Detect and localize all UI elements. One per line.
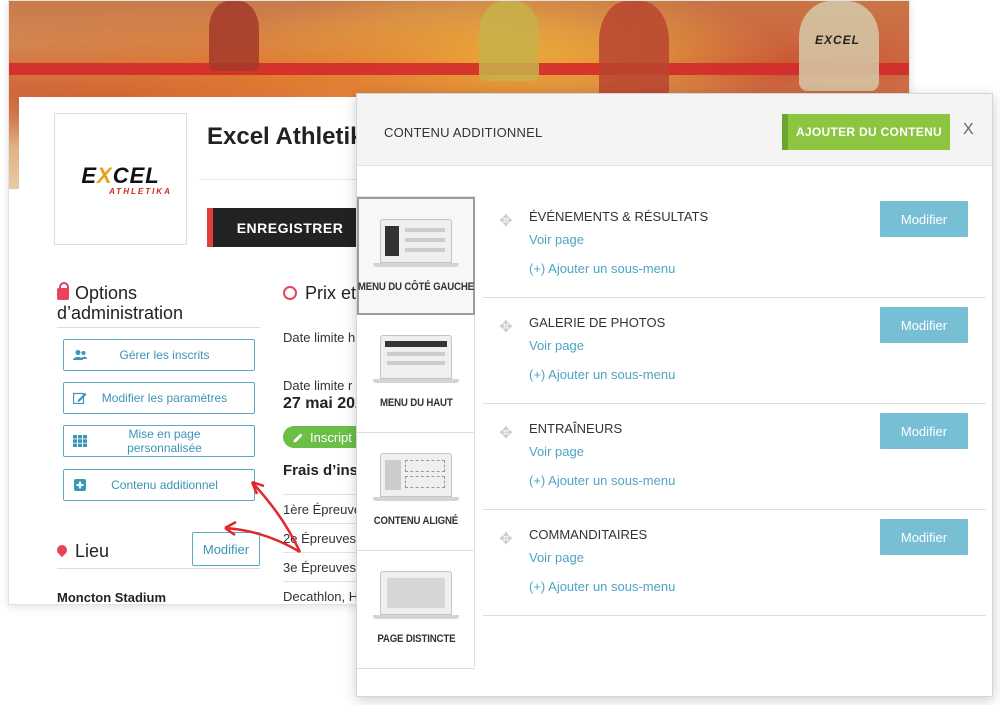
divider	[57, 568, 260, 569]
manage-registrants-button[interactable]: Gérer les inscrits	[63, 339, 255, 371]
admin-section-title: Options d’administration	[57, 282, 262, 323]
logo-subtitle: ATHLETIKA	[109, 186, 172, 196]
layout-option-aligned-content[interactable]: CONTENU ALIGNÉ	[357, 433, 475, 551]
pencil-icon	[293, 433, 303, 442]
banner-athlete	[599, 1, 669, 101]
edit-settings-button[interactable]: Modifier les paramètres	[63, 382, 255, 414]
banner-athlete	[209, 1, 259, 71]
screen: EXCEL EXCEL ATHLETIKA Excel Athletik ENR…	[0, 0, 1000, 705]
layout-option-left-menu[interactable]: MENU DU CÔTÉ GAUCHE	[357, 197, 475, 315]
clock-icon	[283, 286, 297, 300]
add-submenu-link[interactable]: (+) Ajouter un sous-menu	[529, 367, 675, 382]
modal-title: CONTENU ADDITIONNEL	[384, 125, 543, 140]
add-submenu-link[interactable]: (+) Ajouter un sous-menu	[529, 579, 675, 594]
page-title: Excel Athletik	[207, 123, 364, 150]
layout-label: MENU DU HAUT	[379, 397, 453, 409]
layout-label: CONTENU ALIGNÉ	[373, 515, 459, 527]
laptop-icon	[380, 335, 452, 379]
edit-icon	[72, 392, 87, 405]
banner-finish-tape	[9, 63, 909, 75]
edit-menu-button[interactable]: Modifier	[880, 413, 968, 449]
grid-icon	[73, 435, 87, 447]
button-label: Modifier les paramètres	[101, 391, 228, 405]
register-button[interactable]: ENREGISTRER	[207, 208, 367, 247]
view-page-link[interactable]: Voir page	[529, 444, 584, 459]
deadline-label: Date limite r	[283, 378, 353, 393]
laptop-base	[373, 379, 459, 383]
location-title-text: Lieu	[75, 541, 110, 561]
button-label: Gérer les inscrits	[119, 348, 210, 362]
add-submenu-link[interactable]: (+) Ajouter un sous-menu	[529, 473, 675, 488]
button-label: Mise en page personnalisée	[127, 427, 202, 455]
users-icon	[73, 349, 87, 361]
laptop-icon	[380, 219, 452, 263]
menu-item-name: GALERIE DE PHOTOS	[529, 315, 666, 330]
map-pin-icon	[54, 542, 70, 558]
menu-item: ✥ COMMANDITAIRES Voir page (+) Ajouter u…	[483, 510, 986, 616]
drag-handle-icon[interactable]: ✥	[499, 213, 513, 229]
banner-logo: EXCEL	[815, 33, 861, 47]
view-page-link[interactable]: Voir page	[529, 338, 584, 353]
divider	[57, 327, 260, 328]
club-logo: EXCEL ATHLETIKA	[54, 113, 187, 245]
laptop-base	[373, 497, 459, 501]
drag-handle-icon[interactable]: ✥	[499, 425, 513, 441]
custom-layout-button[interactable]: Mise en page personnalisée	[63, 425, 255, 457]
layout-label: MENU DU CÔTÉ GAUCHE	[357, 281, 475, 293]
add-submenu-link[interactable]: (+) Ajouter un sous-menu	[529, 261, 675, 276]
layout-option-distinct-page[interactable]: PAGE DISTINCTE	[357, 551, 475, 669]
prices-title-text: Prix et	[305, 283, 357, 303]
laptop-base	[373, 615, 459, 619]
edit-menu-button[interactable]: Modifier	[880, 307, 968, 343]
laptop-icon	[380, 453, 452, 497]
menu-item-name: ENTRAÎNEURS	[529, 421, 623, 436]
additional-content-button[interactable]: Contenu additionnel	[63, 469, 255, 501]
venue-name: Moncton Stadium	[57, 590, 167, 605]
banner-athlete	[479, 1, 539, 81]
lock-icon	[57, 282, 69, 300]
registration-badge-label: Inscript	[310, 429, 352, 445]
divider	[199, 179, 359, 180]
logo-wordmark: EXCEL	[81, 162, 160, 188]
drag-handle-icon[interactable]: ✥	[499, 319, 513, 335]
layout-options: MENU DU CÔTÉ GAUCHE MENU DU HAUT CONTENU…	[357, 196, 475, 669]
layout-option-top-menu[interactable]: MENU DU HAUT	[357, 315, 475, 433]
add-content-button[interactable]: AJOUTER DU CONTENU	[782, 114, 950, 150]
deadline-label: Date limite h	[283, 330, 356, 345]
menu-item: ✥ ÉVÉNEMENTS & RÉSULTATS Voir page (+) A…	[483, 192, 986, 298]
menu-item-name: COMMANDITAIRES	[529, 527, 648, 542]
view-page-link[interactable]: Voir page	[529, 232, 584, 247]
edit-menu-button[interactable]: Modifier	[880, 201, 968, 237]
deadline-date: 27 mai 202	[283, 395, 364, 412]
laptop-icon	[380, 571, 452, 615]
edit-location-button[interactable]: Modifier	[192, 532, 260, 566]
modal-header: CONTENU ADDITIONNEL AJOUTER DU CONTENU X	[357, 94, 992, 166]
plus-square-icon	[73, 479, 87, 491]
drag-handle-icon[interactable]: ✥	[499, 531, 513, 547]
menu-item: ✥ GALERIE DE PHOTOS Voir page (+) Ajoute…	[483, 298, 986, 404]
close-button[interactable]: X	[963, 121, 974, 139]
layout-label: PAGE DISTINCTE	[376, 633, 456, 645]
view-page-link[interactable]: Voir page	[529, 550, 584, 565]
edit-menu-button[interactable]: Modifier	[880, 519, 968, 555]
button-label: Contenu additionnel	[111, 478, 218, 492]
menu-item: ✥ ENTRAÎNEURS Voir page (+) Ajouter un s…	[483, 404, 986, 510]
additional-content-modal: CONTENU ADDITIONNEL AJOUTER DU CONTENU X…	[356, 93, 993, 697]
menu-item-name: ÉVÉNEMENTS & RÉSULTATS	[529, 209, 709, 224]
prices-section-title: Prix et	[283, 283, 356, 304]
location-section-title: Lieu	[54, 541, 110, 562]
laptop-base	[373, 263, 459, 267]
fees-title: Frais d’insc	[283, 462, 367, 479]
admin-title-text: Options d’administration	[57, 283, 184, 323]
